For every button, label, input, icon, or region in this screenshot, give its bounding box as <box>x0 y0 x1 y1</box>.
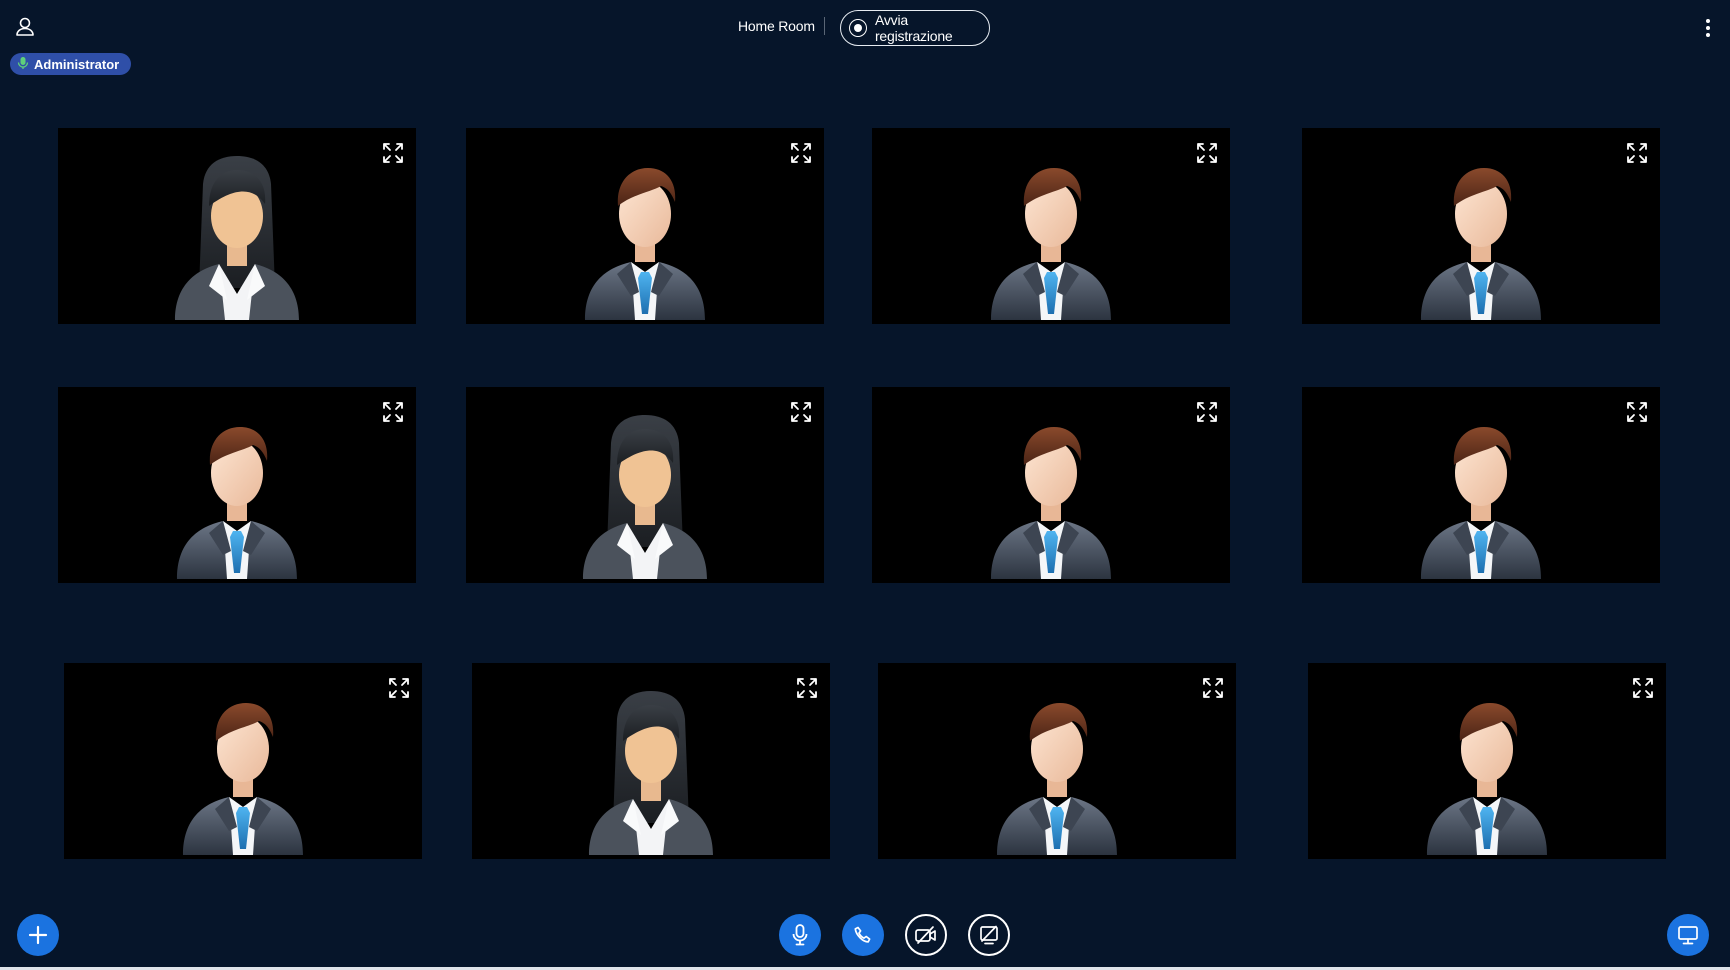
participant-tile[interactable] <box>1302 128 1660 324</box>
fullscreen-icon[interactable] <box>1196 401 1218 423</box>
fullscreen-icon[interactable] <box>790 142 812 164</box>
add-button[interactable] <box>17 914 59 956</box>
participant-tile[interactable] <box>64 663 422 859</box>
start-recording-button[interactable]: Avvia registrazione <box>840 10 990 46</box>
microphone-icon <box>16 56 30 73</box>
female-avatar <box>167 144 307 324</box>
participant-tile[interactable] <box>872 387 1230 583</box>
more-vertical-icon[interactable] <box>1702 16 1714 40</box>
monitor-icon <box>1678 926 1698 945</box>
participant-tile[interactable] <box>466 128 824 324</box>
fullscreen-icon[interactable] <box>1202 677 1224 699</box>
participant-tile[interactable] <box>1308 663 1666 859</box>
microphone-icon <box>792 924 808 946</box>
fullscreen-icon[interactable] <box>1632 677 1654 699</box>
fullscreen-icon[interactable] <box>1196 142 1218 164</box>
participant-tile[interactable] <box>872 128 1230 324</box>
participant-tile[interactable] <box>878 663 1236 859</box>
fullscreen-icon[interactable] <box>1626 401 1648 423</box>
plus-icon <box>28 925 48 945</box>
presentation-button[interactable] <box>1667 914 1709 956</box>
fullscreen-icon[interactable] <box>382 401 404 423</box>
participant-tile[interactable] <box>466 387 824 583</box>
camera-off-icon <box>915 926 936 944</box>
phone-icon <box>854 926 871 943</box>
male-avatar <box>167 403 307 583</box>
fullscreen-icon[interactable] <box>1626 142 1648 164</box>
fullscreen-icon[interactable] <box>796 677 818 699</box>
male-avatar <box>981 144 1121 324</box>
camera-toggle-button[interactable] <box>905 914 947 956</box>
participant-tile[interactable] <box>472 663 830 859</box>
participant-tile[interactable] <box>58 128 416 324</box>
participant-tile[interactable] <box>1302 387 1660 583</box>
screen-share-button[interactable] <box>968 914 1010 956</box>
male-avatar <box>987 679 1127 859</box>
call-button[interactable] <box>842 914 884 956</box>
male-avatar <box>1411 403 1551 583</box>
record-icon <box>849 19 867 37</box>
female-avatar <box>581 679 721 859</box>
fullscreen-icon[interactable] <box>388 677 410 699</box>
fullscreen-icon[interactable] <box>790 401 812 423</box>
title-divider <box>824 17 825 35</box>
role-badge-label: Administrator <box>34 56 120 72</box>
role-badge: Administrator <box>10 53 132 75</box>
user-icon[interactable] <box>14 16 36 38</box>
top-bar: Home Room Avvia registrazione <box>0 0 1730 54</box>
male-avatar <box>173 679 313 859</box>
female-avatar <box>575 403 715 583</box>
room-title: Home Room <box>738 18 815 34</box>
male-avatar <box>1411 144 1551 324</box>
screen-share-off-icon <box>980 925 998 945</box>
male-avatar <box>575 144 715 324</box>
start-recording-label: Avvia registrazione <box>874 12 953 44</box>
male-avatar <box>981 403 1121 583</box>
participant-tile[interactable] <box>58 387 416 583</box>
fullscreen-icon[interactable] <box>382 142 404 164</box>
microphone-button[interactable] <box>779 914 821 956</box>
male-avatar <box>1417 679 1557 859</box>
